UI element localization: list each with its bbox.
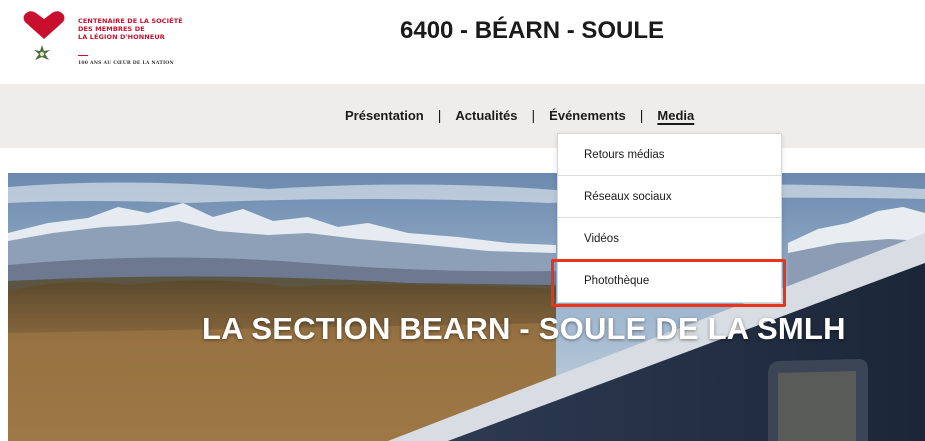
site-header: CENTENAIRE DE LA SOCIÉTÉ DES MEMBRES DE … — [0, 0, 925, 84]
logo-divider — [78, 55, 88, 56]
logo-line: LA LÉGION D'HONNEUR — [78, 33, 165, 41]
legion-honneur-heart-icon — [23, 11, 65, 60]
site-title: 6400 - BÉARN - SOULE — [400, 17, 665, 44]
hero-heading: LA SECTION BEARN - SOULE DE LA SMLH — [202, 311, 846, 346]
phototheque-highlight-box — [551, 259, 786, 307]
logo-line: CENTENAIRE DE LA SOCIÉTÉ — [78, 17, 183, 25]
hero-banner: LA SECTION BEARN - SOULE DE LA SMLH — [0, 148, 925, 441]
main-nav: Présentation | Actualités | Événements |… — [345, 106, 694, 124]
dropdown-item-reseaux-sociaux[interactable]: Réseaux sociaux — [558, 176, 781, 218]
hero-landscape-image — [8, 173, 925, 441]
logo-line: DES MEMBRES DE — [78, 25, 145, 33]
dropdown-item-retours-medias[interactable]: Retours médias — [558, 134, 781, 176]
nav-separator: | — [531, 107, 536, 123]
nav-item-evenements[interactable]: Événements — [549, 108, 626, 123]
nav-item-presentation[interactable]: Présentation — [345, 108, 424, 123]
site-logo[interactable]: CENTENAIRE DE LA SOCIÉTÉ DES MEMBRES DE … — [22, 10, 212, 70]
nav-separator: | — [639, 107, 644, 123]
nav-separator: | — [437, 107, 442, 123]
nav-item-media[interactable]: Media — [657, 108, 694, 123]
nav-item-actualites[interactable]: Actualités — [455, 108, 517, 123]
logo-text: CENTENAIRE DE LA SOCIÉTÉ DES MEMBRES DE … — [78, 17, 183, 41]
dropdown-item-videos[interactable]: Vidéos — [558, 218, 781, 260]
logo-tagline: 100 ANS AU CŒUR DE LA NATION — [78, 61, 174, 66]
